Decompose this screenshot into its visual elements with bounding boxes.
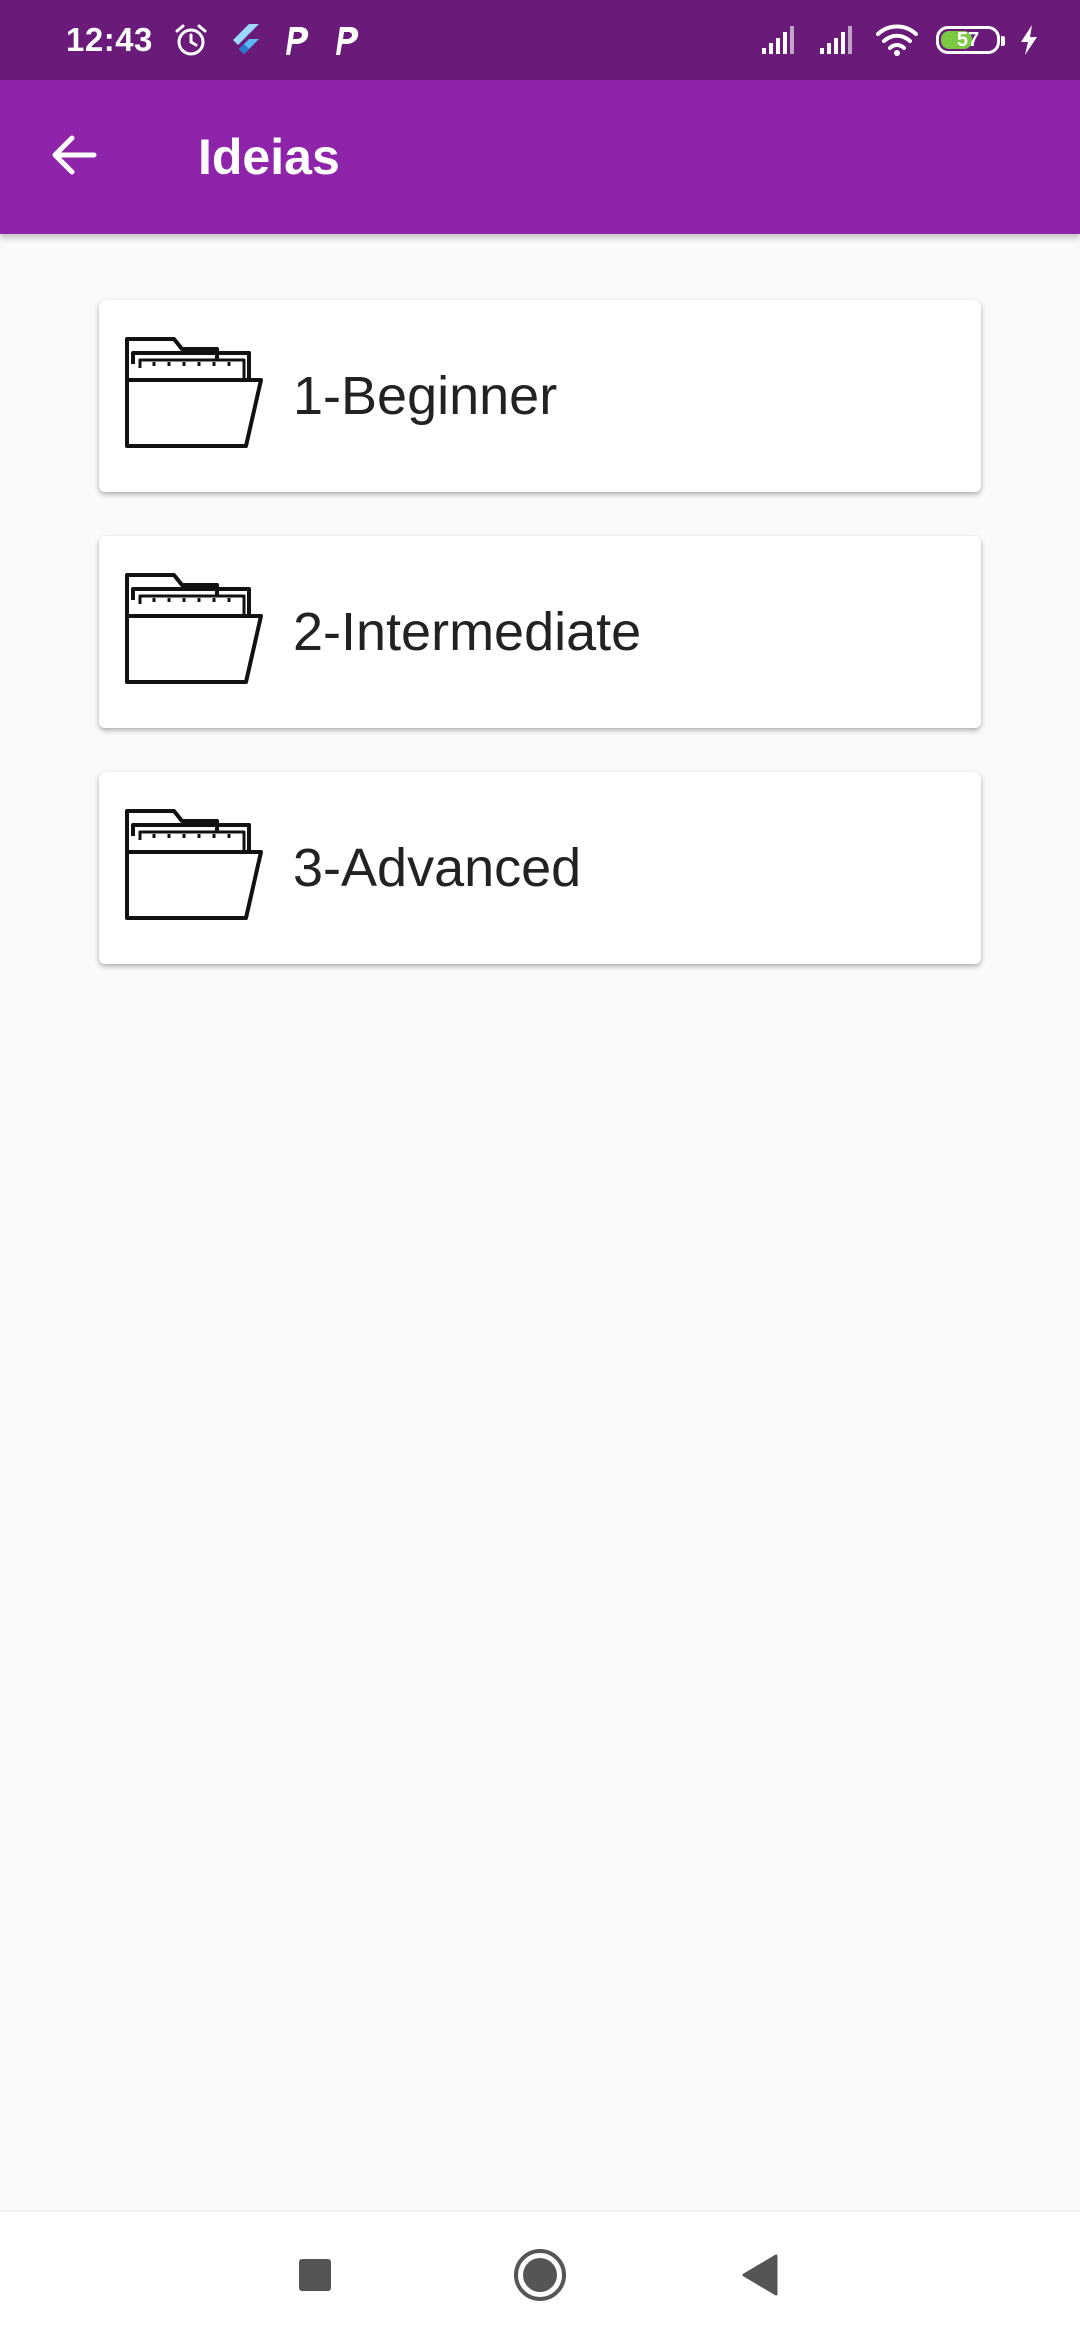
home-button[interactable] <box>500 2237 580 2317</box>
folder-open-icon <box>124 336 264 456</box>
system-navigation-bar <box>0 2210 1080 2340</box>
folder-label: 3-Advanced <box>293 838 582 898</box>
battery-icon: 57 <box>936 26 1005 54</box>
charging-icon <box>1018 24 1040 56</box>
battery-tip <box>1001 36 1005 46</box>
folder-open-icon <box>124 808 264 928</box>
folder-card-beginner[interactable]: 1-Beginner <box>99 300 981 492</box>
back-triangle-icon <box>740 2253 780 2302</box>
app-bar: Ideias <box>0 80 1080 234</box>
status-time: 12:43 <box>66 21 153 58</box>
folder-card-advanced[interactable]: 3-Advanced <box>99 772 981 964</box>
signal-icon <box>760 24 800 56</box>
battery-percentage: 57 <box>956 28 980 51</box>
status-left-group: 12:43 <box>66 21 760 59</box>
folder-label: 2-Intermediate <box>293 602 642 662</box>
status-right-group: 57 <box>760 23 1040 57</box>
recents-button[interactable] <box>275 2237 355 2317</box>
wifi-icon <box>876 23 918 57</box>
status-bar: 12:43 57 <box>0 0 1080 80</box>
back-button[interactable] <box>40 123 108 191</box>
alarm-icon <box>173 22 209 58</box>
p-app-icon <box>331 23 361 57</box>
signal-icon <box>818 24 858 56</box>
p-app-icon <box>281 23 311 57</box>
page-title: Ideias <box>198 129 340 185</box>
folder-open-icon <box>124 572 264 692</box>
flutter-icon <box>229 22 261 58</box>
nav-back-button[interactable] <box>720 2237 800 2317</box>
arrow-back-icon <box>48 129 100 186</box>
home-circle-icon <box>512 2247 568 2308</box>
recents-square-icon <box>297 2257 333 2298</box>
folder-card-intermediate[interactable]: 2-Intermediate <box>99 536 981 728</box>
folder-label: 1-Beginner <box>293 366 558 426</box>
